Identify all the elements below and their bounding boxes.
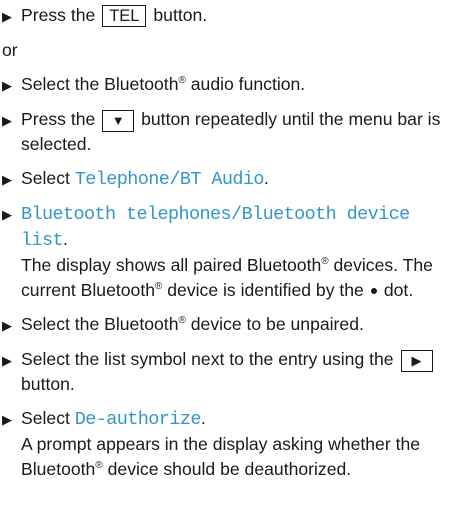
bullet-arrow-icon: ▶ xyxy=(2,207,12,222)
step-text: Select the list symbol next to the entry… xyxy=(21,347,464,397)
bullet-arrow-icon: ▶ xyxy=(2,78,12,93)
step-text-pre: Select xyxy=(21,408,70,428)
step-text: Select the Bluetooth® device to be unpai… xyxy=(21,312,464,337)
step-text: Press the ▼ button repeatedly until the … xyxy=(21,107,464,157)
step-text: Select the Bluetooth® audio function. xyxy=(21,72,464,97)
bullet-arrow-icon: ▶ xyxy=(2,353,12,368)
or-separator: or xyxy=(2,40,18,60)
step-text-post: . xyxy=(63,229,68,249)
step-text-pre: Select the Bluetooth xyxy=(21,74,179,94)
step-text-pre: Select the Bluetooth xyxy=(21,314,179,334)
step-press-down: ▶ Press the ▼ button repeatedly until th… xyxy=(2,107,464,157)
menu-keyword-bluetooth-telephones: Bluetooth telephones xyxy=(21,204,232,225)
bullet-arrow-icon: ▶ xyxy=(2,318,12,333)
step-text-post: button. xyxy=(21,374,75,394)
step-text-pre: Press the xyxy=(21,5,96,25)
step-text-pre: Select the list symbol next to the entry… xyxy=(21,349,394,369)
step-select-bt-audio: ▶ Select the Bluetooth® audio function. xyxy=(2,72,464,98)
registered-mark: ® xyxy=(321,256,329,267)
step-note: A prompt appears in the display asking w… xyxy=(21,432,464,482)
registered-mark: ® xyxy=(178,315,186,326)
registered-mark: ® xyxy=(155,281,163,292)
note-text-post: dot. xyxy=(383,280,414,300)
menu-keyword-bt-audio: BT Audio xyxy=(179,169,265,190)
keyword-separator: / xyxy=(231,204,242,225)
registered-mark: ® xyxy=(95,460,103,471)
bullet-arrow-icon: ▶ xyxy=(2,9,12,24)
current-device-dot-icon xyxy=(370,288,377,294)
step-text: Select Telephone/BT Audio. xyxy=(21,166,464,192)
registered-mark: ® xyxy=(178,75,186,86)
step-text: Select De-authorize. A prompt appears in … xyxy=(21,406,464,482)
step-text: Press the TEL button. xyxy=(21,3,464,28)
step-text-post: button. xyxy=(153,5,208,25)
instruction-page: ▶ Press the TEL button. or ▶ Select the … xyxy=(0,0,464,515)
bullet-arrow-icon: ▶ xyxy=(2,412,12,427)
bullet-arrow-icon: ▶ xyxy=(2,113,12,128)
step-text-post: audio function. xyxy=(190,74,306,94)
step-text-post: . xyxy=(200,408,206,428)
menu-keyword-de-authorize: De-authorize xyxy=(74,409,202,430)
right-triangle-icon: ▶ xyxy=(400,350,433,372)
step-select-de-authorize: ▶ Select De-authorize. A prompt appears i… xyxy=(2,406,464,482)
bullet-arrow-icon: ▶ xyxy=(2,172,12,187)
step-text: Bluetooth telephones/Bluetooth device li… xyxy=(21,201,464,303)
step-select-list-symbol: ▶ Select the list symbol next to the ent… xyxy=(2,347,464,397)
tel-key: TEL xyxy=(102,5,147,27)
step-note: The display shows all paired Bluetooth® … xyxy=(21,253,464,303)
note-text-pre: The display shows all paired Bluetooth xyxy=(21,255,322,275)
note-text-post: device should be deauthorized. xyxy=(107,459,352,479)
step-select-telephone: ▶ Select Telephone/BT Audio. xyxy=(2,166,464,192)
step-text-post: device to be unpaired. xyxy=(190,314,364,334)
step-text-pre: Press the xyxy=(21,109,96,129)
note-text-mid2: device is identified by the xyxy=(167,280,364,300)
step-press-tel: ▶ Press the TEL button. xyxy=(2,3,464,29)
step-bluetooth-telephones: ▶ Bluetooth telephones/Bluetooth device … xyxy=(2,201,464,303)
step-text-post: . xyxy=(263,168,269,188)
menu-keyword-telephone: Telephone xyxy=(74,169,170,190)
down-triangle-icon: ▼ xyxy=(102,110,135,132)
keyword-separator: / xyxy=(169,169,180,190)
step-text-pre: Select xyxy=(21,168,70,188)
step-select-device: ▶ Select the Bluetooth® device to be unp… xyxy=(2,312,464,338)
